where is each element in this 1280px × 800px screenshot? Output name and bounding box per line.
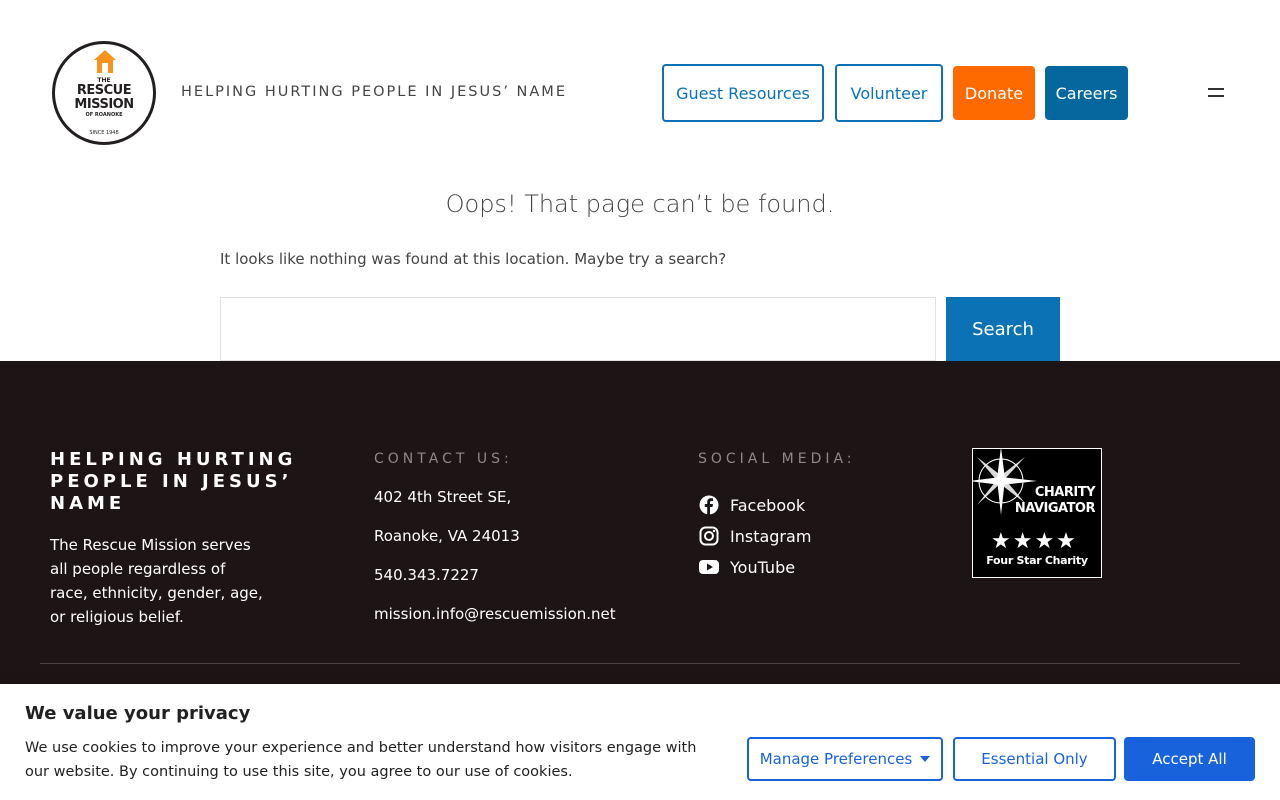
manage-preferences-label: Manage Preferences bbox=[759, 750, 913, 768]
caret-down-icon bbox=[920, 756, 931, 762]
essential-only-button[interactable]: Essential Only bbox=[953, 737, 1116, 781]
logo-text-location: OF ROANOKE bbox=[85, 112, 123, 118]
charity-rating-text: Four Star Charity bbox=[986, 554, 1088, 567]
facebook-icon bbox=[698, 494, 720, 516]
instagram-icon bbox=[698, 525, 720, 547]
youtube-link[interactable]: YouTube bbox=[698, 556, 795, 578]
accept-all-button[interactable]: Accept All bbox=[1124, 737, 1255, 781]
page-description: It looks like nothing was found at this … bbox=[220, 250, 727, 268]
instagram-link[interactable]: Instagram bbox=[698, 525, 811, 547]
footer-heading: HELPING HURTING PEOPLE IN JESUS’ NAME bbox=[50, 449, 297, 514]
logo-text-name: RESCUE MISSION bbox=[74, 83, 134, 112]
site-logo[interactable]: THE RESCUE MISSION OF ROANOKE SINCE 1948 bbox=[52, 41, 156, 145]
charity-navigator-badge[interactable]: CHARITY NAVIGATOR ★★★★ Four Star Charity bbox=[972, 448, 1102, 578]
volunteer-button[interactable]: Volunteer bbox=[835, 64, 943, 122]
contact-label: CONTACT US: bbox=[374, 451, 513, 467]
footer-divider bbox=[40, 663, 1240, 664]
site-header: THE RESCUE MISSION OF ROANOKE SINCE 1948… bbox=[0, 0, 1280, 185]
cookie-title: We value your privacy bbox=[25, 703, 251, 724]
header-tagline: HELPING HURTING PEOPLE IN JESUS’ NAME bbox=[181, 84, 567, 100]
search-button[interactable]: Search bbox=[946, 297, 1060, 361]
search-input[interactable] bbox=[220, 297, 936, 361]
instagram-label: Instagram bbox=[730, 526, 812, 546]
address-line-2: Roanoke, VA 24013 bbox=[374, 527, 520, 545]
donate-button[interactable]: Donate bbox=[953, 66, 1035, 120]
address-line-1: 402 4th Street SE, bbox=[374, 488, 512, 506]
cookie-consent-banner: We value your privacy We use cookies to … bbox=[0, 684, 1280, 800]
cookie-description: We use cookies to improve your experienc… bbox=[25, 740, 697, 780]
facebook-label: Facebook bbox=[730, 495, 806, 515]
facebook-link[interactable]: Facebook bbox=[698, 494, 805, 516]
page-title: Oops! That page can’t be found. bbox=[445, 190, 835, 218]
logo-text-since: SINCE 1948 bbox=[89, 130, 119, 136]
social-media-label: SOCIAL MEDIA: bbox=[698, 451, 856, 467]
guest-resources-button[interactable]: Guest Resources bbox=[662, 64, 824, 122]
phone-link[interactable]: 540.343.7227 bbox=[374, 566, 479, 584]
email-link[interactable]: mission.info@rescuemission.net bbox=[374, 605, 616, 623]
hamburger-icon[interactable] bbox=[1208, 86, 1226, 100]
manage-preferences-button[interactable]: Manage Preferences bbox=[747, 737, 943, 781]
house-logo-icon bbox=[94, 50, 116, 73]
careers-button[interactable]: Careers bbox=[1045, 66, 1128, 120]
four-star-icons: ★★★★ bbox=[991, 529, 1078, 554]
youtube-label: YouTube bbox=[730, 557, 796, 577]
footer-mission-text: The Rescue Mission serves all people reg… bbox=[50, 536, 263, 626]
charity-navigator-name: CHARITY NAVIGATOR bbox=[1014, 485, 1096, 516]
youtube-icon bbox=[698, 556, 720, 578]
